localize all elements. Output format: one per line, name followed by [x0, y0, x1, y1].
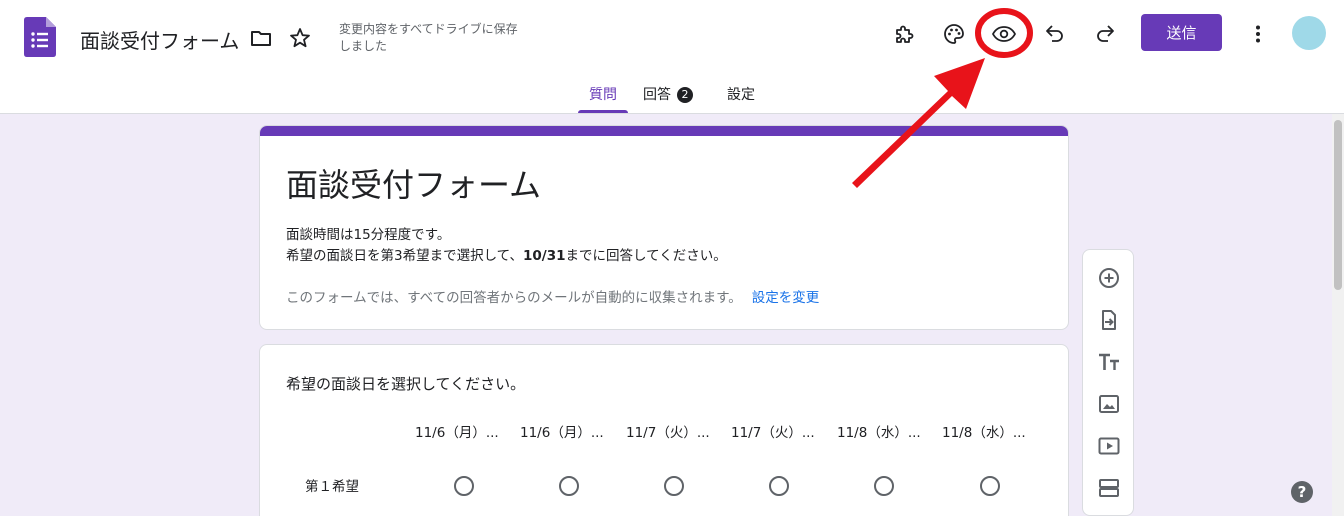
scrollbar-thumb[interactable] — [1334, 120, 1342, 290]
grid-radio[interactable] — [664, 476, 684, 496]
undo-button[interactable] — [1039, 18, 1071, 50]
folder-icon[interactable] — [249, 26, 273, 50]
question-card[interactable]: 希望の面談日を選択してください。 11/6（月）... 11/6（月）... 1… — [259, 344, 1069, 516]
deadline-date: 10/31 — [523, 248, 566, 264]
redo-icon — [1097, 25, 1114, 42]
add-question-icon — [1099, 268, 1119, 288]
add-video-button[interactable] — [1096, 433, 1122, 459]
forms-icon[interactable] — [24, 17, 56, 57]
floating-toolbar — [1082, 249, 1134, 516]
desc-text-end: までに回答してください。 — [565, 248, 727, 264]
add-title-icon — [1099, 353, 1119, 370]
save-status: 変更内容をすべてドライブに保存しました — [339, 22, 518, 53]
add-section-button[interactable] — [1096, 475, 1122, 501]
grid-column-header: 11/7（火）... — [626, 425, 710, 441]
help-icon[interactable]: ? — [1291, 481, 1313, 503]
add-section-icon — [1099, 479, 1119, 497]
more-vert-icon — [1256, 25, 1260, 43]
more-options-button[interactable] — [1242, 18, 1274, 50]
add-title-button[interactable] — [1096, 349, 1122, 375]
preview-eye-icon — [991, 26, 1017, 42]
tab-responses[interactable]: 回答 2 — [643, 84, 693, 104]
active-tab-indicator — [578, 110, 628, 113]
change-settings-link[interactable]: 設定を変更 — [752, 290, 820, 306]
grid-column-header: 11/8（水）... — [942, 425, 1026, 441]
grid-column-header: 11/6（月）... — [520, 425, 604, 441]
grid-radio[interactable] — [980, 476, 1000, 496]
addon-icon — [896, 25, 914, 43]
responses-count-badge: 2 — [677, 87, 693, 103]
form-header-card[interactable]: 面談受付フォーム 面談時間は15分程度です。 希望の面談日を第3希望まで選択して… — [259, 125, 1069, 330]
document-title[interactable]: 面談受付フォーム — [80, 25, 239, 54]
import-questions-button[interactable] — [1096, 307, 1122, 333]
send-button[interactable]: 送信 — [1141, 14, 1222, 51]
palette-icon — [944, 24, 964, 44]
preview-button[interactable] — [988, 18, 1020, 50]
grid-row-label: 第１希望 — [305, 479, 359, 495]
card-accent-bar — [260, 126, 1068, 136]
page-scrollbar[interactable] — [1332, 114, 1344, 516]
add-question-button[interactable] — [1096, 265, 1122, 291]
email-note-text: このフォームでは、すべての回答者からのメールが自動的に収集されます。 — [286, 290, 742, 306]
add-image-button[interactable] — [1096, 391, 1122, 417]
import-questions-icon — [1102, 310, 1116, 330]
undo-icon — [1046, 25, 1063, 42]
grid-column-header: 11/8（水）... — [837, 425, 921, 441]
theme-button[interactable] — [938, 18, 970, 50]
grid-column-header: 11/6（月）... — [415, 425, 499, 441]
addon-button[interactable] — [888, 18, 920, 50]
tab-responses-label: 回答 — [643, 87, 671, 103]
grid-column-header: 11/7（火）... — [731, 425, 815, 441]
desc-text: 希望の面談日を第3希望まで選択して、 — [286, 248, 524, 264]
question-title[interactable]: 希望の面談日を選択してください。 — [286, 373, 525, 394]
email-collection-note: このフォームでは、すべての回答者からのメールが自動的に収集されます。 設定を変更 — [286, 286, 819, 306]
grid-radio[interactable] — [769, 476, 789, 496]
add-image-icon — [1099, 395, 1119, 413]
form-description-line1: 面談時間は15分程度です。 — [286, 227, 451, 243]
form-description-line2: 希望の面談日を第3希望まで選択して、10/31までに回答してください。 — [286, 244, 727, 264]
grid-radio[interactable] — [559, 476, 579, 496]
top-bar: 面談受付フォーム 変更内容をすべてドライブに保存しました 送信 質問 回答 2 … — [0, 0, 1344, 114]
add-video-icon — [1098, 437, 1120, 455]
redo-button[interactable] — [1089, 18, 1121, 50]
form-title[interactable]: 面談受付フォーム — [286, 160, 541, 206]
grid-radio[interactable] — [874, 476, 894, 496]
tab-settings[interactable]: 設定 — [727, 84, 755, 104]
star-icon[interactable] — [288, 26, 312, 50]
grid-radio[interactable] — [454, 476, 474, 496]
avatar[interactable] — [1292, 16, 1326, 50]
tab-questions[interactable]: 質問 — [589, 84, 617, 104]
tab-bar: 質問 回答 2 設定 — [0, 76, 1344, 114]
